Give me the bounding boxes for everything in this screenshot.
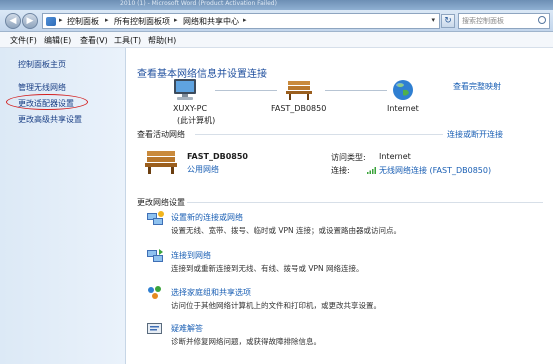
refresh-button[interactable]: ↻ <box>441 14 455 28</box>
section-divider <box>187 202 543 203</box>
menu-tools[interactable]: 工具(T) <box>114 35 141 46</box>
troubleshoot-icon <box>147 323 162 334</box>
internet-label: Internet <box>387 104 419 113</box>
change-settings-heading: 更改网络设置 <box>137 198 185 207</box>
internet-link-line <box>325 90 387 91</box>
sidebar-item-advanced-sharing[interactable]: 更改高级共享设置 <box>18 114 82 125</box>
active-network-bench-icon <box>145 151 177 174</box>
page-title: 查看基本网络信息并设置连接 <box>137 69 267 80</box>
back-arrow-icon: ◀ <box>9 16 17 26</box>
menu-file[interactable]: 文件(F) <box>10 35 37 46</box>
signal-strength-icon <box>367 167 376 174</box>
menu-view[interactable]: 查看(V) <box>80 35 108 46</box>
forward-arrow-icon: ▶ <box>26 16 34 26</box>
search-input[interactable]: 搜索控制面板 <box>458 13 550 29</box>
access-type-label: 访问类型: <box>331 153 366 162</box>
computer-name: XUXY-PC <box>173 104 208 113</box>
connect-network-icon <box>147 249 163 262</box>
full-map-link[interactable]: 查看完整映射 <box>453 81 501 92</box>
router-name: FAST_DB0850 <box>271 104 327 113</box>
computer-sub: (此计算机) <box>177 116 216 125</box>
title-bar: 2010 (1) - Microsoft Word (Product Activ… <box>0 0 553 10</box>
address-toolbar: ◀ ▶ ▸ 控制面板 ▸ 所有控制面板项 ▸ 网络和共享中心 ▸ ▾ ↻ 搜索控… <box>0 10 553 32</box>
access-type-value: Internet <box>379 152 411 161</box>
forward-button[interactable]: ▶ <box>22 13 38 29</box>
task-connect-network-desc: 连接到或重新连接到无线、有线、拨号或 VPN 网络连接。 <box>171 264 364 273</box>
section-divider <box>195 134 443 135</box>
network-link-line <box>215 90 277 91</box>
sidebar-item-manage-wireless[interactable]: 管理无线网络 <box>18 82 66 93</box>
computer-icon <box>174 79 196 100</box>
breadcrumb-separator-icon: ▸ <box>105 16 109 24</box>
breadcrumb-all-items[interactable]: 所有控制面板项 <box>114 16 170 27</box>
task-homegroup-desc: 访问位于其他网络计算机上的文件和打印机，或更改共享设置。 <box>171 301 381 310</box>
menu-bar: 文件(F) 编辑(E) 查看(V) 工具(T) 帮助(H) <box>0 32 553 48</box>
breadcrumb-control-panel[interactable]: 控制面板 <box>67 16 99 27</box>
main-content: 查看基本网络信息并设置连接 查看完整映射 XUXY-PC (此计算机) FAST… <box>127 48 553 364</box>
task-troubleshoot-desc: 诊断并修复网络问题，或获得故障排除信息。 <box>171 337 321 346</box>
window-title: 2010 (1) - Microsoft Word (Product Activ… <box>120 0 277 7</box>
network-type-link[interactable]: 公用网络 <box>187 164 219 175</box>
search-icon <box>538 16 546 24</box>
connect-disconnect-link[interactable]: 连接或断开连接 <box>447 129 503 140</box>
search-placeholder: 搜索控制面板 <box>462 17 504 25</box>
new-connection-icon <box>147 211 164 225</box>
highlight-annotation <box>6 94 88 110</box>
breadcrumb-separator-icon: ▸ <box>59 16 63 24</box>
back-button[interactable]: ◀ <box>5 13 21 29</box>
network-bench-icon <box>286 81 312 100</box>
internet-globe-icon <box>393 80 413 100</box>
task-connect-network[interactable]: 连接到网络 <box>171 250 211 261</box>
task-new-connection[interactable]: 设置新的连接或网络 <box>171 212 243 223</box>
sidebar-item-home[interactable]: 控制面板主页 <box>18 59 66 70</box>
breadcrumb-network-center[interactable]: 网络和共享中心 <box>183 16 239 27</box>
task-homegroup[interactable]: 选择家庭组和共享选项 <box>171 287 251 298</box>
task-new-connection-desc: 设置无线、宽带、拨号、临时或 VPN 连接；或设置路由器或访问点。 <box>171 226 402 235</box>
active-network-heading: 查看活动网络 <box>137 130 185 139</box>
control-panel-icon <box>46 17 56 26</box>
connection-label: 连接: <box>331 166 350 175</box>
active-network-name: FAST_DB0850 <box>187 152 248 161</box>
menu-help[interactable]: 帮助(H) <box>148 35 176 46</box>
connection-link[interactable]: 无线网络连接 (FAST_DB0850) <box>379 165 491 176</box>
address-dropdown-icon[interactable]: ▾ <box>431 16 435 24</box>
homegroup-icon <box>148 286 161 299</box>
breadcrumb-separator-icon: ▸ <box>243 16 247 24</box>
task-troubleshoot[interactable]: 疑难解答 <box>171 323 203 334</box>
breadcrumb-separator-icon: ▸ <box>174 16 178 24</box>
refresh-icon: ↻ <box>444 16 452 26</box>
address-bar[interactable]: ▸ 控制面板 ▸ 所有控制面板项 ▸ 网络和共享中心 ▸ ▾ <box>42 13 440 29</box>
menu-edit[interactable]: 编辑(E) <box>44 35 71 46</box>
